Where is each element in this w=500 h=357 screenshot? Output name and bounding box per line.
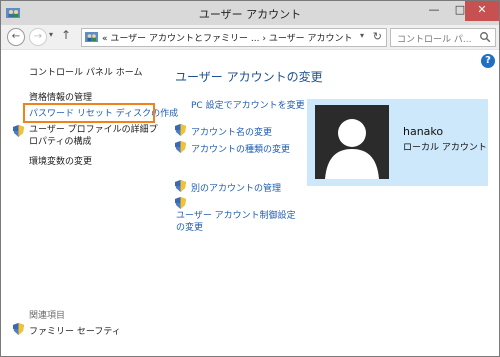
- page-title: ユーザー アカウントの変更: [175, 70, 323, 84]
- user-accounts-window: ユーザー アカウント — □ ✕ ← → ▾ ↑ « ユーザー アカウントとファ…: [0, 0, 500, 357]
- avatar: [315, 105, 389, 179]
- recent-locations-icon[interactable]: ▾: [49, 30, 53, 39]
- user-silhouette-icon: [325, 119, 379, 179]
- sidebar-item-environment-variables[interactable]: 環境変数の変更: [29, 154, 92, 167]
- family-safety-icon: [13, 323, 24, 335]
- uac-shield-icon: [175, 197, 186, 209]
- minimize-button[interactable]: —: [421, 1, 447, 21]
- change-account-name-link[interactable]: アカウント名の変更: [191, 125, 272, 138]
- user-name: hanako: [403, 125, 444, 138]
- manage-another-account-link[interactable]: 別のアカウントの管理: [191, 181, 281, 194]
- sidebar-item-profile-properties[interactable]: ユーザー プロファイルの詳細プロパティの構成: [29, 124, 163, 148]
- uac-shield-icon: [175, 124, 186, 136]
- close-button[interactable]: ✕: [465, 1, 499, 21]
- sidebar-item-manage-credentials[interactable]: 資格情報の管理: [29, 90, 92, 103]
- sidebar-item-family-safety[interactable]: ファミリー セーフティ: [29, 324, 121, 337]
- uac-shield-icon: [175, 180, 186, 192]
- change-account-type-link[interactable]: アカウントの種類の変更: [191, 142, 290, 155]
- refresh-icon[interactable]: ↻: [373, 30, 382, 43]
- highlight-box: [23, 103, 155, 123]
- control-panel-home-link[interactable]: コントロール パネル ホーム: [29, 65, 142, 78]
- address-bar[interactable]: « ユーザー アカウントとファミリー ... › ユーザー アカウント ▾ ↻: [81, 28, 387, 47]
- content-area: ? コントロール パネル ホーム 資格情報の管理 パスワード リセット ディスク…: [1, 50, 499, 356]
- help-icon[interactable]: ?: [481, 54, 495, 68]
- navigation-bar: ← → ▾ ↑ « ユーザー アカウントとファミリー ... › ユーザー アカ…: [1, 25, 499, 50]
- user-accounts-icon: [85, 32, 98, 42]
- breadcrumb[interactable]: « ユーザー アカウントとファミリー ... › ユーザー アカウント: [102, 31, 353, 44]
- up-button[interactable]: ↑: [61, 28, 71, 42]
- search-icon[interactable]: [479, 31, 491, 43]
- related-heading: 関連項目: [29, 311, 66, 321]
- pc-settings-link[interactable]: PC 設定でアカウントを変更: [191, 98, 305, 111]
- forward-button[interactable]: →: [29, 28, 47, 46]
- back-button[interactable]: ←: [7, 28, 25, 46]
- uac-settings-link[interactable]: ユーザー アカウント制御設定の変更: [176, 210, 296, 234]
- uac-shield-icon: [175, 141, 186, 153]
- account-type: ローカル アカウント: [403, 143, 487, 153]
- chevron-down-icon[interactable]: ▾: [360, 31, 364, 40]
- user-card: hanako ローカル アカウント: [307, 99, 488, 186]
- title-bar[interactable]: ユーザー アカウント — □ ✕: [1, 1, 499, 25]
- search-input[interactable]: コントロール パ...: [390, 28, 496, 47]
- search-placeholder: コントロール パ...: [397, 35, 472, 45]
- uac-shield-icon: [13, 125, 24, 137]
